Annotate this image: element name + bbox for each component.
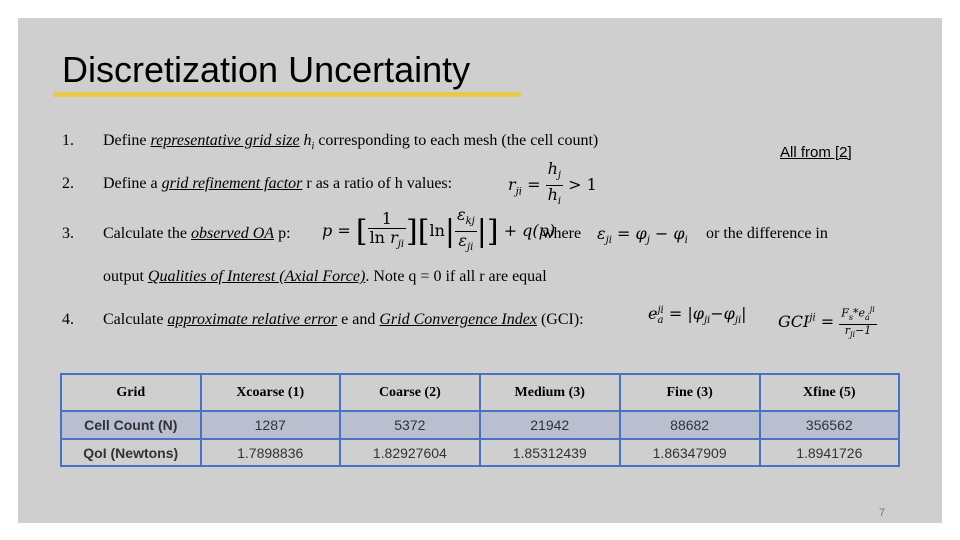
fraction-denominator: h	[547, 185, 558, 205]
table-cell: 88682	[618, 410, 761, 440]
step-1-text: Define representative grid size hi corre…	[103, 131, 598, 157]
epsilon-ratio-fraction: εkj εji	[455, 205, 477, 257]
bracket-right: ]	[406, 214, 418, 250]
step-4-term-2: Grid Convergence Index	[379, 311, 537, 328]
plus-sign: +	[503, 221, 518, 241]
table-cell: 1.86347909	[618, 438, 761, 467]
step-3-line2-suffix: . Note q = 0 if all r are equal	[365, 268, 547, 285]
where-label: where	[542, 225, 582, 242]
step-3-line2-term: Qualities of Interest (Axial Force)	[147, 268, 366, 285]
step-4-number: 4.	[62, 311, 74, 328]
table-cell: 356562	[758, 410, 901, 440]
table-row: Cell Count (N) 1287 5372 21942 88682 356…	[60, 410, 901, 440]
fraction-denominator: ln rji	[369, 227, 405, 250]
ln-label: ln	[429, 221, 445, 241]
table-cell: 1.8941726	[758, 438, 901, 467]
formula-r-sub: ji	[515, 186, 522, 198]
table-header-cell: Xcoarse (1)	[199, 373, 341, 412]
fraction-numerator: 1	[367, 209, 407, 229]
step-4-term: approximate relative error	[167, 311, 338, 328]
step-3-number: 3.	[62, 225, 74, 242]
table-header-cell: Grid	[60, 373, 202, 412]
step-3-line-2: output Qualities of Interest (Axial Forc…	[103, 267, 547, 287]
step-1-number: 1.	[62, 132, 74, 149]
step-3-text: Calculate the observed OA p:	[103, 224, 291, 244]
inverse-log-fraction: 1 ln rji	[367, 209, 407, 254]
step-1-suffix: corresponding to each mesh (the cell cou…	[314, 132, 599, 149]
formula-tail: > 1	[568, 175, 597, 195]
step-4-mid: e and	[337, 311, 380, 328]
step-2-text: Define a grid refinement factor r as a r…	[103, 174, 452, 194]
bracket-left: [	[417, 214, 430, 250]
fraction-denominator: εji	[458, 231, 474, 254]
fraction-numerator: h	[547, 159, 558, 178]
formula-p: p	[322, 221, 333, 241]
step-1-term: representative grid size	[150, 132, 300, 149]
epsilon-definition-formula: εji = φj − φi	[597, 224, 688, 247]
page-number: 7	[879, 507, 886, 519]
step-2-prefix: Define a	[103, 175, 162, 192]
equals-sign: =	[337, 221, 351, 241]
step-3-term: observed OA	[190, 225, 275, 242]
step-3-prefix: Calculate the	[103, 225, 191, 242]
formula-r: r	[508, 175, 516, 195]
table-row-label: QoI (Newtons)	[60, 438, 202, 467]
step-3-line2-prefix: output	[103, 268, 148, 285]
step-4-prefix: Calculate	[103, 311, 168, 328]
fraction-numerator: Fs*eaji	[839, 304, 877, 325]
fraction-numerator: εkj	[455, 205, 477, 233]
table-row-label: Cell Count (N)	[60, 410, 202, 440]
table-header-cell: Coarse (2)	[338, 373, 481, 412]
fraction-denominator-sub: i	[557, 196, 562, 208]
table-header-cell: Medium (3)	[478, 373, 621, 412]
reference-link[interactable]: All from [2]	[780, 144, 852, 161]
step-2-suffix: r as a ratio of h values:	[302, 175, 453, 192]
gci-fraction: Fs*eaji rji−1	[839, 304, 877, 341]
step-3-tail: or the difference in	[706, 225, 828, 242]
page-title: Discretization Uncertainty	[62, 49, 471, 90]
step-2-number: 2.	[62, 175, 74, 192]
fraction-numerator-sub: j	[557, 170, 562, 182]
fraction-denominator: rji−1	[844, 323, 872, 340]
step-2-term: grid refinement factor	[161, 175, 303, 192]
table-cell: 1287	[199, 410, 341, 440]
step-4-suffix: (GCI):	[536, 311, 584, 328]
equals-sign: =	[527, 175, 541, 195]
step-4-text: Calculate approximate relative error e a…	[103, 310, 584, 330]
table-cell: 21942	[478, 410, 621, 440]
bracket-left: [	[355, 214, 368, 250]
abs-left: |	[444, 214, 455, 250]
step-1-prefix: Define	[103, 132, 151, 149]
formula-fraction: hj hi	[545, 159, 564, 211]
table-cell: 1.85312439	[478, 438, 621, 467]
table-header-cell: Xfine (5)	[758, 373, 901, 412]
table-row: QoI (Newtons) 1.7898836 1.82927604 1.853…	[60, 438, 901, 467]
table-cell: 1.82927604	[338, 438, 481, 467]
step-1-var: h	[299, 132, 312, 149]
grid-convergence-table: Grid Xcoarse (1) Coarse (2) Medium (3) F…	[60, 373, 901, 467]
abs-right: |	[476, 214, 487, 250]
step-3-suffix: p:	[274, 225, 291, 242]
gci-formula: GCIji = Fs*eaji rji−1	[778, 304, 877, 341]
table-cell: 1.7898836	[199, 438, 341, 467]
bracket-right: ]	[486, 214, 499, 250]
relative-error-formula: eaji = |φji−φji|	[648, 304, 747, 327]
refinement-ratio-formula: rji = hj hi > 1	[508, 160, 597, 211]
table-cell: 5372	[338, 410, 481, 440]
title-underline	[53, 92, 521, 97]
table-header-cell: Fine (3)	[618, 373, 761, 412]
observed-oa-formula: p = [1 ln rji][ln| εkj εji |] + q(p)	[322, 205, 555, 257]
table-header-row: Grid Xcoarse (1) Coarse (2) Medium (3) F…	[60, 373, 901, 412]
